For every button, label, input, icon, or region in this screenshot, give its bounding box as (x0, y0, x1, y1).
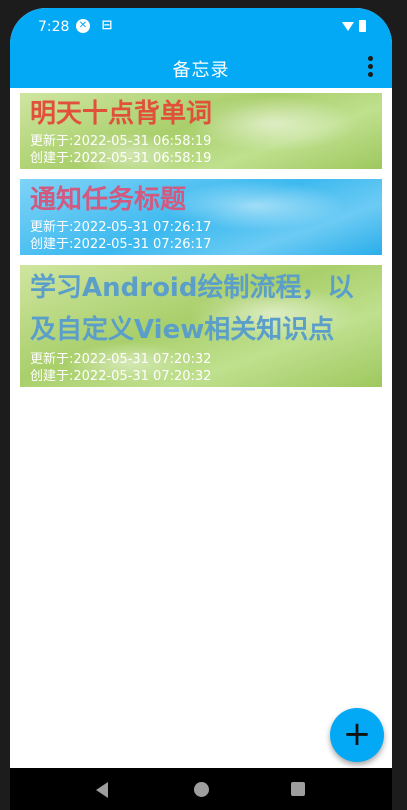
note-created: 创建于:2022-05-31 07:26:17 (30, 237, 212, 252)
home-icon[interactable] (194, 782, 209, 797)
app-bar: 备忘录 (10, 46, 392, 88)
note-title: 明天十点背单词 (30, 99, 213, 129)
note-updated: 更新于:2022-05-31 06:58:19 (30, 134, 212, 149)
note-item-3[interactable]: 学习Android绘制流程，以及自定义View相关知识点 更新于:2022-05… (20, 265, 382, 387)
recents-icon[interactable] (291, 782, 305, 796)
note-item-2[interactable]: 通知任务标题 更新于:2022-05-31 07:26:17 创建于:2022-… (20, 179, 382, 255)
add-icon: + (342, 714, 372, 754)
note-updated: 更新于:2022-05-31 07:26:17 (30, 220, 212, 235)
note-item-1[interactable]: 明天十点背单词 更新于:2022-05-31 06:58:19 创建于:2022… (20, 93, 382, 169)
note-created: 创建于:2022-05-31 07:20:32 (30, 369, 212, 384)
navigation-bar (10, 768, 392, 810)
back-icon[interactable] (96, 782, 108, 798)
page-title: 备忘录 (172, 60, 230, 81)
add-note-button[interactable]: + (330, 708, 384, 762)
close-circle-icon: ✕ (76, 19, 90, 33)
battery-icon (359, 20, 366, 32)
phone-frame: 7:28 ✕ ⊟ 备忘录 明天十点背单词 更新于:2022-05-31 06:5… (10, 8, 392, 810)
more-vert-icon[interactable] (368, 56, 374, 78)
note-title: 通知任务标题 (30, 185, 187, 215)
screen: 7:28 ✕ ⊟ 备忘录 明天十点背单词 更新于:2022-05-31 06:5… (10, 8, 392, 810)
note-list: 明天十点背单词 更新于:2022-05-31 06:58:19 创建于:2022… (10, 88, 392, 387)
status-time: 7:28 (38, 19, 70, 35)
note-created: 创建于:2022-05-31 06:58:19 (30, 151, 212, 166)
sim-icon: ⊟ (101, 18, 113, 33)
note-updated: 更新于:2022-05-31 07:20:32 (30, 352, 212, 367)
wifi-icon (342, 22, 354, 31)
status-bar: 7:28 ✕ ⊟ (10, 8, 392, 46)
note-title: 学习Android绘制流程，以及自定义View相关知识点 (30, 273, 354, 345)
